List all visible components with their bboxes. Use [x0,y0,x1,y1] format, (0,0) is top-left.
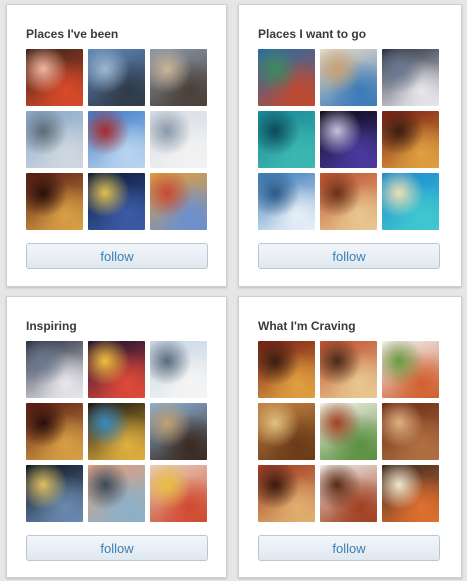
follow-button[interactable]: follow [258,535,440,561]
pin-thumbnail-observatory[interactable] [382,49,439,106]
pin-thumbnail-pier-sunset[interactable] [88,465,145,522]
thumbnail-grid [258,341,439,522]
pin-thumbnail-sushi-rolls[interactable] [382,465,439,522]
pin-thumbnail-coastline-aerial[interactable] [258,49,315,106]
board-title[interactable]: Inspiring [26,319,77,333]
pin-thumbnail-street-food[interactable] [320,173,377,230]
pin-thumbnail-sydney-opera-house[interactable] [150,111,207,168]
thumbnail-grid [258,49,439,230]
pin-thumbnail-ocean-waves[interactable] [258,173,315,230]
pin-thumbnail-night-pool[interactable] [88,403,145,460]
pin-thumbnail-city-skyline[interactable] [26,111,83,168]
thumbnail-grid [26,49,207,230]
pin-thumbnail-garnished-plate[interactable] [320,403,377,460]
pin-thumbnail-sushi[interactable] [26,49,83,106]
board-what-im-craving[interactable]: What I'm Craving follow [238,296,462,578]
board-title[interactable]: Places I've been [26,27,118,41]
pin-thumbnail-temple[interactable] [150,403,207,460]
follow-button[interactable]: follow [258,243,440,269]
pin-thumbnail-opera-interior[interactable] [26,173,83,230]
follow-button[interactable]: follow [26,243,208,269]
pin-thumbnail-city-street[interactable] [150,49,207,106]
pin-thumbnail-bottles-food[interactable] [382,111,439,168]
board-title[interactable]: What I'm Craving [258,319,356,333]
pin-thumbnail-tropical-beach[interactable] [382,173,439,230]
board-places-i-want-to-go[interactable]: Places I want to go follow [238,4,462,287]
pin-thumbnail-sydney-opera-house[interactable] [150,341,207,398]
pin-thumbnail-skewers[interactable] [320,341,377,398]
pin-thumbnail-deli-counter[interactable] [258,465,315,522]
board-inspiring[interactable]: Inspiring follow [6,296,227,578]
pin-thumbnail-mosaic-park[interactable] [150,173,207,230]
pin-thumbnail-plated-dish[interactable] [382,341,439,398]
pin-thumbnail-bottles-food[interactable] [258,341,315,398]
pin-thumbnail-glass-tower[interactable] [88,111,145,168]
pin-thumbnail-skewered-meat[interactable] [320,465,377,522]
pin-thumbnail-harbor-town[interactable] [320,49,377,106]
thumbnail-grid [26,341,207,522]
follow-button[interactable]: follow [26,535,208,561]
pin-thumbnail-platters[interactable] [258,403,315,460]
pin-thumbnail-times-square[interactable] [88,341,145,398]
pin-thumbnail-observatory[interactable] [26,341,83,398]
pin-thumbnail-flower-mosaic[interactable] [150,465,207,522]
pin-thumbnail-night-harbor[interactable] [88,173,145,230]
pin-thumbnail-grilled-meat[interactable] [382,403,439,460]
pin-thumbnail-opera-interior[interactable] [26,403,83,460]
board-title[interactable]: Places I want to go [258,27,366,41]
pin-thumbnail-night-bridge[interactable] [26,465,83,522]
pin-thumbnail-concert-crowd[interactable] [320,111,377,168]
pin-thumbnail-skyscraper[interactable] [88,49,145,106]
board-places-ive-been[interactable]: Places I've been follow [6,4,227,287]
pin-thumbnail-lagoon[interactable] [258,111,315,168]
